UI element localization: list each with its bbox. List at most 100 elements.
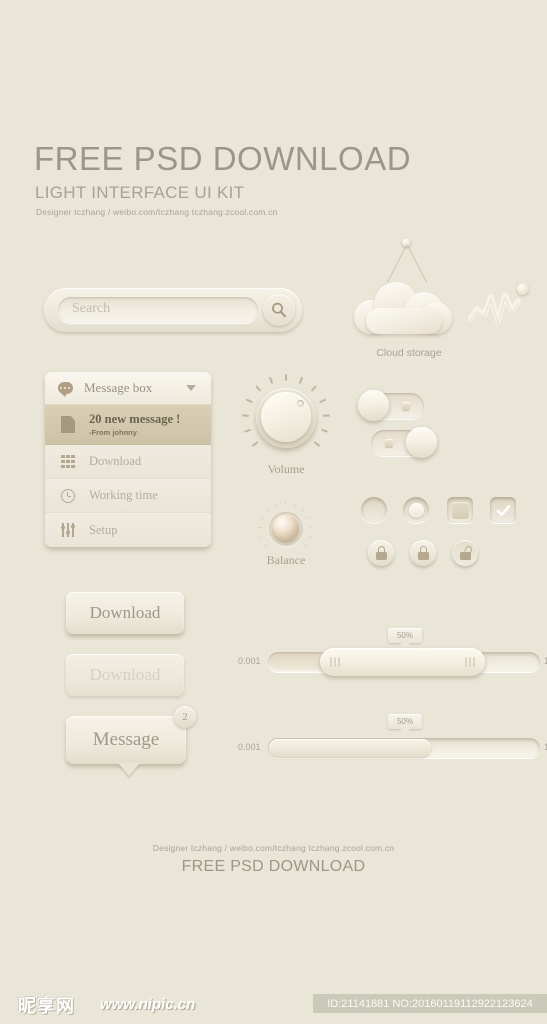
menu-item-sublabel: -From johnny	[89, 428, 137, 437]
menu-item-setup[interactable]: Setup	[45, 513, 211, 547]
volume-tick	[298, 376, 303, 384]
lock-button-open[interactable]	[452, 540, 478, 566]
message-button[interactable]: Message 2	[66, 706, 196, 776]
volume-tick	[244, 429, 252, 433]
footer-credit: Designer tczhang / weibo.com/tczhang tcz…	[152, 843, 395, 853]
toggle-switch-on[interactable]	[371, 427, 437, 458]
radio-unselected[interactable]	[361, 497, 387, 523]
search-input[interactable]: Search	[58, 297, 258, 323]
document-icon	[59, 416, 77, 433]
balance-knob-face	[273, 515, 299, 541]
volume-tick	[268, 376, 273, 384]
volume-label: Volume	[267, 462, 305, 476]
slider-fill	[270, 654, 326, 670]
volume-tick	[285, 374, 287, 381]
checkbox-checked[interactable]	[490, 497, 516, 523]
slider-min-label: 0.001	[238, 656, 261, 666]
checkbox-track	[490, 497, 516, 523]
search-icon	[272, 302, 287, 318]
slider-value-tooltip: 50%	[388, 714, 422, 734]
cloud-storage-icon[interactable]	[352, 238, 462, 348]
message-button-label: Message	[92, 729, 160, 750]
sliders-icon	[59, 523, 77, 537]
download-button-disabled: Download	[66, 654, 184, 696]
volume-tick	[255, 385, 262, 392]
balance-tick	[274, 502, 278, 507]
radio-track	[361, 497, 387, 523]
range-slider[interactable]: 0.001 1 50%	[238, 628, 547, 676]
checkbox-inner	[451, 501, 469, 519]
toggle-marker	[402, 402, 410, 410]
grid-icon	[59, 454, 77, 469]
lock-button-closed-alt[interactable]	[410, 540, 436, 566]
balance-tick	[308, 535, 313, 539]
slider-grip-right	[465, 657, 475, 667]
volume-knob-face	[261, 392, 311, 442]
balance-tick	[303, 543, 308, 548]
clock-icon	[59, 488, 77, 503]
radio-selected[interactable]	[403, 497, 429, 523]
slider-track[interactable]	[268, 738, 540, 758]
volume-tick	[242, 414, 250, 417]
watermark-url: www.nipic.cn	[100, 996, 196, 1013]
balance-knob[interactable]	[257, 500, 315, 558]
search-bar[interactable]: Search	[44, 288, 302, 332]
chat-bubble-icon	[58, 382, 73, 397]
balance-tick	[307, 516, 312, 520]
message-badge: 2	[174, 706, 196, 728]
menu-item-download[interactable]: Download	[45, 445, 211, 479]
balance-tick	[258, 535, 264, 539]
slider-min-label: 0.001	[238, 742, 261, 752]
balance-knob-body[interactable]	[269, 512, 303, 546]
slider-track[interactable]	[268, 648, 540, 676]
toggle-knob[interactable]	[358, 390, 389, 421]
checkbox-unchecked[interactable]	[447, 497, 473, 523]
lock-open-icon	[459, 544, 473, 560]
balance-label: Balance	[266, 553, 306, 567]
progress-fill	[269, 739, 431, 757]
lock-closed-icon	[375, 546, 388, 560]
balance-tick	[309, 526, 314, 529]
cloud-string-left	[386, 244, 407, 283]
lock-closed-icon	[417, 546, 430, 560]
volume-tick	[322, 414, 330, 417]
check-icon	[495, 502, 512, 519]
menu-header-label: Message box	[84, 380, 153, 395]
balance-tick	[257, 526, 262, 529]
lock-button-closed[interactable]	[368, 540, 394, 566]
waveform-icon[interactable]	[467, 283, 530, 327]
wave-dot-icon	[517, 283, 529, 295]
menu-item-working-time[interactable]: Working time	[45, 479, 211, 513]
search-placeholder: Search	[72, 301, 111, 316]
volume-tick	[251, 441, 259, 448]
progress-slider[interactable]: 0.001 1 50%	[238, 714, 547, 762]
volume-tick	[319, 398, 327, 403]
slider-handle[interactable]	[320, 648, 485, 676]
cloud-shape	[354, 280, 454, 336]
download-button[interactable]: Download	[66, 592, 184, 634]
page-subtitle: LIGHT INTERFACE UI KIT	[35, 183, 245, 202]
chevron-down-icon[interactable]	[186, 385, 196, 391]
volume-tick	[310, 385, 317, 392]
menu-item-label: 20 new message !	[89, 412, 181, 426]
radio-track	[403, 497, 429, 523]
header-credit: Designer tczhang / weibo.com/tczhang tcz…	[36, 207, 278, 217]
balance-tick	[293, 502, 297, 507]
footer-title: FREE PSD DOWNLOAD	[181, 858, 366, 875]
volume-knob-body[interactable]	[256, 388, 316, 448]
menu-item-label: Download	[89, 454, 142, 468]
search-button[interactable]	[263, 294, 295, 326]
menu-item-new-message[interactable]: 20 new message ! -From johnny	[45, 405, 211, 445]
cloud-storage-label: Cloud storage	[376, 347, 442, 359]
balance-tick	[285, 501, 287, 505]
slider-value-tooltip: 50%	[388, 628, 422, 648]
speech-bubble-tail	[118, 763, 140, 776]
menu-header[interactable]: Message box	[45, 372, 211, 405]
toggle-knob[interactable]	[406, 427, 437, 458]
toggle-switch-off[interactable]	[358, 390, 424, 421]
balance-tick	[263, 543, 268, 548]
page-title: FREE PSD DOWNLOAD	[34, 140, 412, 177]
volume-tick	[320, 428, 329, 433]
ui-kit-canvas: FREE PSD DOWNLOAD LIGHT INTERFACE UI KIT…	[0, 0, 547, 1024]
toggle-marker	[385, 439, 393, 447]
